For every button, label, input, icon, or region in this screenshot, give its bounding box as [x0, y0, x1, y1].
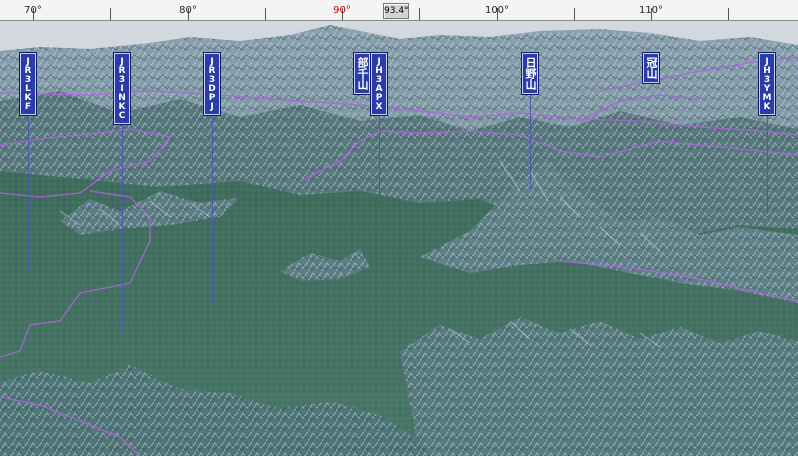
- tick-label-110: 110°: [638, 5, 664, 16]
- compass-tick-minor: [728, 8, 729, 20]
- peak-label[interactable]: JH3YMK: [759, 53, 775, 115]
- peak-label[interactable]: JR3INKC: [114, 53, 130, 124]
- tick-label-90: 90°: [333, 5, 351, 16]
- compass-tick-minor: [265, 8, 266, 20]
- compass-ruler[interactable]: 70° 80° 90° 100° 110° 93.4°: [0, 0, 798, 21]
- compass-tick-minor: [574, 8, 575, 20]
- tick-label-70: 70°: [24, 5, 42, 16]
- peak-label[interactable]: 部千山: [354, 53, 370, 94]
- compass-tick-minor: [419, 8, 420, 20]
- compass-tick-minor: [110, 8, 111, 20]
- peak-label[interactable]: 冠山: [643, 53, 659, 83]
- peak-label[interactable]: 日野山: [522, 53, 538, 94]
- terrain-viewport[interactable]: JR3LKF JR3INKC JR3DPJ 部千山 JH3APX 日野山 冠山: [0, 21, 798, 456]
- heading-indicator[interactable]: 93.4°: [383, 3, 409, 19]
- panorama-window: 70° 80° 90° 100° 110° 93.4° JR3LKF JR3IN…: [0, 0, 798, 456]
- tick-label-80: 80°: [179, 5, 197, 16]
- peak-label[interactable]: JR3DPJ: [204, 53, 220, 115]
- peak-label[interactable]: JR3LKF: [20, 53, 36, 115]
- tick-label-100: 100°: [484, 5, 510, 16]
- peak-label[interactable]: JH3APX: [371, 53, 387, 115]
